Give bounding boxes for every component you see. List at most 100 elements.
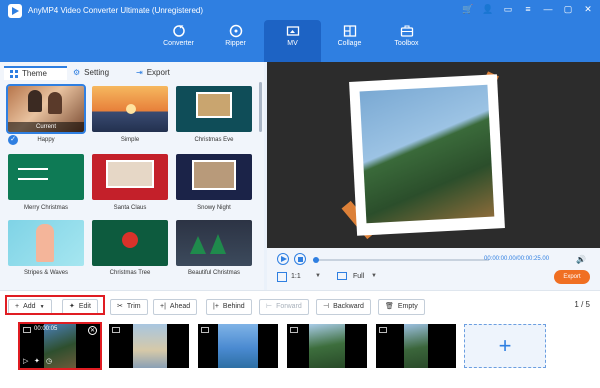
tab-converter-label: Converter	[163, 40, 194, 47]
scissors-icon: ✂	[117, 303, 123, 310]
ratio-chevron-down-icon[interactable]: ▼	[315, 273, 321, 279]
clip-strip: 00:00:05 ✕ ▷ ✦ ◷ +	[0, 320, 600, 388]
tab-export[interactable]: ⇥ Export	[130, 66, 193, 80]
preview-photo	[359, 84, 495, 224]
tab-toolbox-label: Toolbox	[394, 40, 419, 47]
theme-christmas-eve-photo	[196, 92, 232, 118]
add-clip-button[interactable]: +	[464, 324, 546, 368]
ahead-icon: +|	[160, 303, 166, 310]
tab-toolbox[interactable]: Toolbox	[378, 20, 435, 62]
timeline-slider[interactable]	[313, 257, 489, 263]
photo-icon	[379, 327, 387, 333]
timeline-knob[interactable]	[313, 257, 319, 263]
export-button[interactable]: Export	[554, 270, 590, 284]
video-preview[interactable]	[267, 62, 600, 248]
tab-converter[interactable]: Converter	[150, 20, 207, 62]
theme-thumb-christmas-tree[interactable]	[92, 220, 168, 266]
user-icon[interactable]: 👤	[482, 3, 494, 15]
theme-thumb-beautiful-christmas[interactable]	[176, 220, 252, 266]
theme-thumb-happy[interactable]: Current	[6, 84, 86, 134]
empty-label: Empty	[397, 303, 418, 310]
volume-icon[interactable]: 🔊	[576, 255, 586, 265]
clip-item[interactable]: 00:00:05 ✕ ▷ ✦ ◷	[18, 322, 102, 370]
theme-label-christmas-eve: Christmas Eve	[194, 137, 234, 143]
theme-beautiful-christmas-trees	[210, 234, 226, 254]
theme-thumb-simple[interactable]	[92, 86, 168, 132]
theme-thumb-santa-claus[interactable]	[92, 154, 168, 200]
empty-button[interactable]: 🗑 Empty	[378, 299, 425, 315]
view-chevron-down-icon[interactable]: ▼	[371, 273, 377, 279]
clip-item[interactable]	[198, 324, 278, 368]
tab-mv[interactable]: MV	[264, 20, 321, 62]
theme-thumb-stripes-waves[interactable]	[8, 220, 84, 266]
theme-label-stripes-waves: Stripes & Waves	[23, 270, 69, 276]
clip-item[interactable]	[109, 324, 189, 368]
forward-icon: ⊢	[266, 303, 273, 310]
tab-ripper[interactable]: Ripper	[207, 20, 264, 62]
play-button[interactable]	[277, 253, 289, 265]
plus-icon: +	[498, 333, 512, 358]
clip-clock-icon[interactable]: ◷	[46, 357, 52, 365]
tab-theme-label: Theme	[22, 69, 47, 78]
photo-icon	[112, 327, 120, 333]
trim-button[interactable]: ✂ Trim	[110, 299, 148, 315]
export-icon: ⇥	[136, 68, 143, 77]
theme-label-snowy-night: Snowy Night	[197, 205, 231, 211]
chat-icon[interactable]: ▭	[502, 3, 514, 15]
behind-button[interactable]: |+ Behind	[206, 299, 252, 315]
maximize-icon[interactable]: ▢	[562, 3, 574, 15]
trash-icon: 🗑	[385, 303, 394, 310]
behind-label: Behind	[222, 303, 245, 310]
stop-button[interactable]	[294, 253, 306, 265]
clip-thumbnail	[133, 324, 167, 368]
clip-duration: 00:00:05	[34, 326, 58, 332]
toolbox-icon	[400, 25, 413, 37]
clip-play-icon[interactable]: ▷	[23, 357, 28, 365]
theme-happy-figure	[28, 90, 42, 112]
display-icon	[337, 272, 347, 280]
forward-label: Forward	[276, 303, 302, 310]
ratio-select[interactable]: 1:1	[291, 273, 301, 280]
theme-thumb-christmas-eve[interactable]	[176, 86, 252, 132]
tab-export-label: Export	[146, 68, 170, 77]
preview-frame	[349, 74, 505, 236]
remove-clip-icon[interactable]: ✕	[88, 326, 97, 335]
tab-theme[interactable]: Theme	[4, 66, 67, 80]
menu-icon[interactable]: ≡	[522, 3, 534, 15]
sub-tabs: Theme ⚙ Setting ⇥ Export	[4, 66, 193, 80]
theme-thumb-snowy-night[interactable]	[176, 154, 252, 200]
tab-collage[interactable]: Collage	[321, 20, 378, 62]
collage-icon	[343, 25, 356, 37]
view-select[interactable]: Full	[353, 273, 364, 280]
clip-item[interactable]	[376, 324, 456, 368]
forward-button[interactable]: ⊢ Forward	[259, 299, 309, 315]
app-logo-icon	[8, 4, 22, 18]
clip-effect-icon[interactable]: ✦	[34, 357, 40, 365]
ahead-label: Ahead	[169, 303, 191, 310]
clip-item[interactable]	[287, 324, 367, 368]
theme-scrollbar[interactable]	[259, 82, 262, 132]
photo-icon	[201, 327, 209, 333]
app-title: AnyMP4 Video Converter Ultimate (Unregis…	[28, 6, 204, 15]
grid-icon	[10, 70, 18, 78]
theme-thumb-merry-christmas[interactable]	[8, 154, 84, 200]
ahead-button[interactable]: +| Ahead	[153, 299, 198, 315]
theme-label-merry-christmas: Merry Christmas	[23, 205, 68, 211]
play-icon	[281, 256, 287, 262]
theme-beautiful-christmas-trees	[190, 236, 206, 254]
theme-stripes-waves-figure	[36, 224, 54, 262]
theme-merry-christmas-text	[18, 168, 48, 180]
page-count: 1 / 5	[574, 300, 590, 309]
theme-panel: Theme ⚙ Setting ⇥ Export Current ✓ Happy…	[0, 62, 264, 290]
close-icon[interactable]: ✕	[582, 3, 594, 15]
trim-label: Trim	[126, 303, 141, 310]
cart-icon[interactable]: 🛒	[462, 3, 474, 15]
clip-thumbnail	[309, 324, 345, 368]
tab-collage-label: Collage	[337, 40, 362, 47]
tab-setting[interactable]: ⚙ Setting	[67, 66, 130, 80]
stop-icon	[298, 257, 303, 262]
minimize-icon[interactable]: —	[542, 3, 554, 15]
theme-label-simple: Simple	[120, 137, 140, 143]
backward-button[interactable]: ⊣ Backward	[316, 299, 371, 315]
gear-icon: ⚙	[73, 68, 81, 77]
